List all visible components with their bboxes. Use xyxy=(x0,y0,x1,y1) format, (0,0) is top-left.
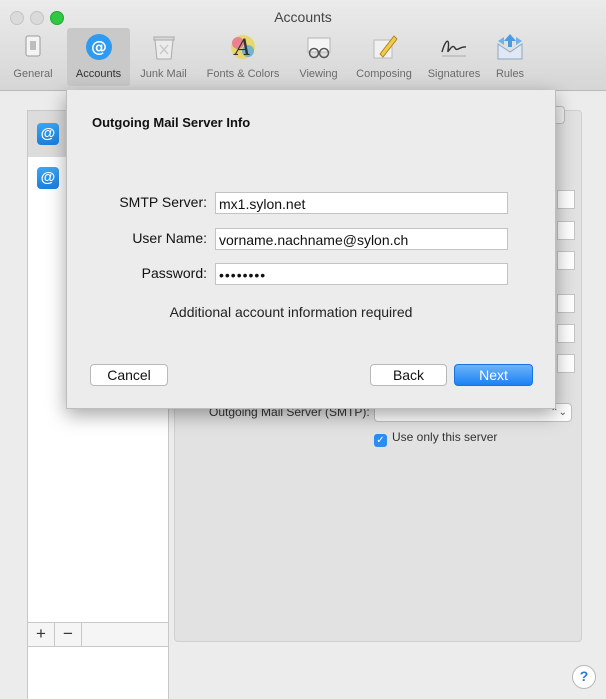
tab-general[interactable]: General xyxy=(0,28,66,86)
detail-field-edge[interactable] xyxy=(557,354,575,373)
rules-icon xyxy=(497,34,523,60)
tab-signatures-label: Signatures xyxy=(427,68,481,80)
detail-field-edge[interactable] xyxy=(557,324,575,343)
user-name-input[interactable]: vorname.nachname@sylon.ch xyxy=(215,228,508,250)
tab-accounts-label: Accounts xyxy=(75,68,122,80)
tab-viewing[interactable]: Viewing xyxy=(290,28,347,86)
trash-icon xyxy=(153,36,174,60)
tab-junk-mail-label: Junk Mail xyxy=(140,68,187,80)
smtp-server-field-label: SMTP Server: xyxy=(119,194,207,210)
general-icon xyxy=(25,35,41,57)
use-only-this-server-label: Use only this server xyxy=(392,430,498,444)
tab-viewing-label: Viewing xyxy=(299,68,338,80)
add-account-button[interactable]: + xyxy=(28,623,55,646)
account-list-footer: + − xyxy=(27,622,169,647)
tab-signatures[interactable]: Signatures xyxy=(421,28,487,86)
password-input[interactable]: •••••••• xyxy=(215,263,508,285)
status-message: Additional account information required xyxy=(169,304,413,320)
svg-text:@: @ xyxy=(91,37,107,56)
detail-field-edge[interactable] xyxy=(557,294,575,313)
use-only-this-server-option[interactable]: ✓ Use only this server xyxy=(374,430,497,447)
remove-account-button[interactable]: − xyxy=(55,623,82,646)
tab-composing[interactable]: Composing xyxy=(348,28,420,86)
user-name-field-label: User Name: xyxy=(132,230,207,246)
detail-field-edge[interactable] xyxy=(557,221,575,240)
pencil-icon xyxy=(373,35,398,59)
detail-field-edge[interactable] xyxy=(557,190,575,209)
account-at-icon: @ xyxy=(37,123,59,145)
tab-rules[interactable]: Rules xyxy=(488,28,532,86)
font-icon: A xyxy=(231,35,255,61)
glasses-icon xyxy=(307,37,330,59)
signature-icon xyxy=(441,40,467,57)
tab-general-label: General xyxy=(13,68,53,80)
next-button[interactable]: Next xyxy=(454,364,533,386)
outgoing-server-sheet: Outgoing Mail Server Info SMTP Server: m… xyxy=(66,90,556,409)
window-title: Accounts xyxy=(274,9,332,25)
preferences-toolbar: General @ Accounts Junk Mail A Fonts & C… xyxy=(0,28,606,88)
tab-fonts-colors-label: Fonts & Colors xyxy=(206,68,280,80)
cancel-button[interactable]: Cancel xyxy=(90,364,168,386)
use-only-this-server-checkbox[interactable]: ✓ xyxy=(374,434,387,447)
account-at-icon[interactable]: @ xyxy=(37,167,59,189)
title-bar: Accounts General @ Accounts Junk Mail A … xyxy=(0,0,606,91)
password-field-label: Password: xyxy=(141,265,207,281)
at-sign-icon: @ xyxy=(85,34,112,60)
svg-text:A: A xyxy=(233,36,251,61)
tab-junk-mail[interactable]: Junk Mail xyxy=(131,28,196,86)
detail-field-edge[interactable] xyxy=(557,251,575,270)
tab-fonts-colors[interactable]: A Fonts & Colors xyxy=(197,28,289,86)
smtp-server-input[interactable]: mx1.sylon.net xyxy=(215,192,508,214)
help-button[interactable]: ? xyxy=(572,665,596,689)
back-button[interactable]: Back xyxy=(370,364,447,386)
tab-accounts[interactable]: @ Accounts xyxy=(67,28,130,86)
tab-rules-label: Rules xyxy=(495,68,525,80)
accounts-window: Accounts General @ Accounts Junk Mail A … xyxy=(0,0,606,699)
tab-composing-label: Composing xyxy=(356,68,412,80)
sheet-title: Outgoing Mail Server Info xyxy=(92,115,251,130)
